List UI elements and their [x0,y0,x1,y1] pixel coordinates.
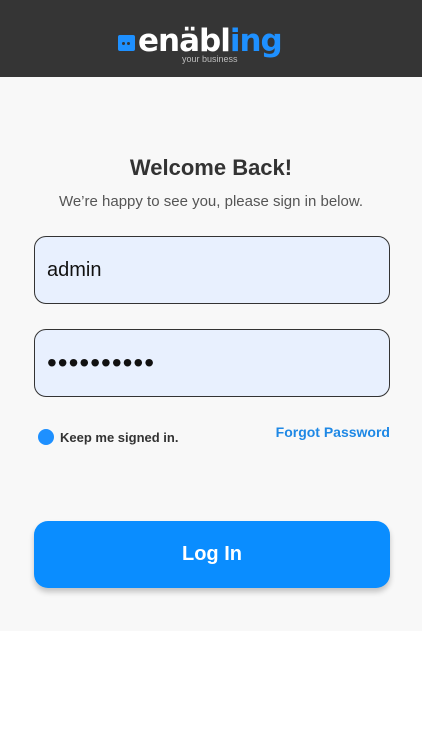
brand-logo: enäbling your business [118,22,283,66]
username-input[interactable] [34,236,390,304]
keep-signed-in-checkbox[interactable]: Keep me signed in. [38,427,178,447]
login-card: Welcome Back! We’re happy to see you, pl… [0,77,422,631]
app-header: enäbling your business [0,0,422,77]
forgot-password-link[interactable]: Forgot Password [276,424,390,440]
password-input[interactable] [34,329,390,397]
logo-chat-icon [118,35,135,51]
keep-signed-in-label: Keep me signed in. [60,429,179,445]
login-button[interactable]: Log In [34,521,390,588]
checkbox-checked-icon[interactable] [38,429,54,445]
logo-tagline: your business [182,54,238,64]
page-title: Welcome Back! [129,155,293,180]
page-subtitle: We’re happy to see you, please sign in b… [58,193,364,210]
